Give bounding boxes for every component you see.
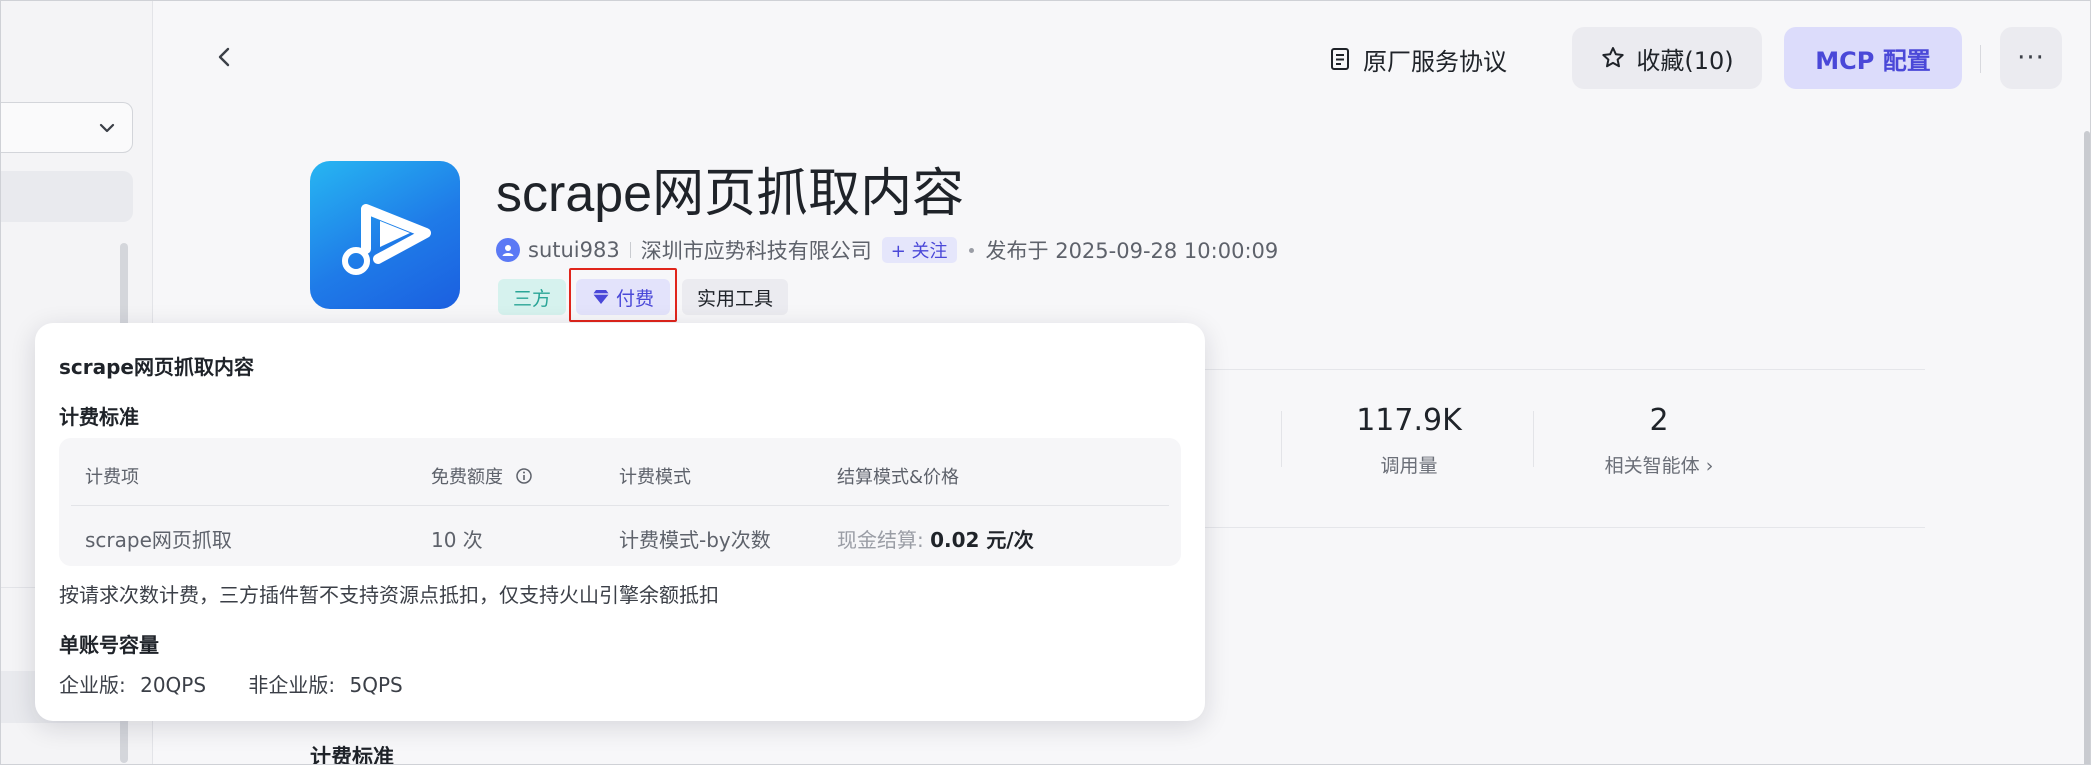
follow-button[interactable]: + 关注 — [881, 237, 957, 263]
pricing-popover: scrape网页抓取内容 计费标准 计费项 免费额度 计费模式 结算模式&价格 … — [35, 323, 1205, 721]
document-icon — [1331, 48, 1349, 70]
author-name[interactable]: sutui983 — [528, 238, 620, 262]
avatar[interactable] — [496, 238, 520, 262]
agreement-button[interactable]: 原厂服务协议 — [1329, 39, 1507, 79]
capacity-heading: 单账号容量 — [59, 633, 159, 657]
stat-divider — [1533, 411, 1534, 467]
plugin-meta: sutui983 深圳市应势科技有限公司 + 关注 发布于 2025-09-28… — [496, 235, 1278, 265]
table-header: 计费模式 — [619, 467, 691, 488]
table-cell-price: 现金结算: 0.02 元/次 — [837, 524, 1034, 553]
stat-agents-link[interactable]: 相关智能体 › — [1559, 451, 1759, 478]
meta-divider — [629, 242, 631, 258]
section-heading: 计费标准 — [310, 745, 394, 765]
table-cell-item: scrape网页抓取 — [85, 528, 232, 552]
favorite-label: 收藏(10) — [1636, 46, 1734, 75]
mcp-config-label: MCP 配置 — [1815, 46, 1931, 75]
tag-third-party: 三方 — [498, 279, 566, 315]
favorite-button[interactable]: 收藏(10) — [1572, 27, 1762, 89]
billing-heading: 计费标准 — [59, 405, 139, 429]
enterprise-label: 企业版: — [59, 673, 126, 697]
stat-calls-label: 调用量 — [1380, 455, 1438, 477]
table-row-divider — [71, 505, 1169, 506]
sidebar-item-active[interactable]: ​ — [1, 171, 133, 222]
table-header: 计费项 — [85, 467, 139, 488]
more-button[interactable]: ··· — [2000, 27, 2062, 89]
plugin-title: scrape网页抓取内容 — [496, 165, 965, 223]
more-icon: ··· — [2017, 43, 2045, 73]
table-header-label: 免费额度 — [431, 467, 503, 488]
non-enterprise-label: 非企业版: — [248, 673, 336, 697]
non-enterprise-value: 5QPS — [349, 673, 403, 697]
user-icon — [502, 245, 514, 256]
chevron-down-icon — [99, 123, 115, 133]
stat-agents-value: 2 — [1649, 403, 1669, 438]
mcp-config-button[interactable]: MCP 配置 — [1784, 27, 1962, 89]
tag-tool: 实用工具 — [682, 279, 788, 315]
enterprise-value: 20QPS — [140, 673, 207, 697]
price-label: 现金结算: — [837, 528, 924, 552]
billing-note: 按请求次数计费，三方插件暂不支持资源点抵扣，仅支持火山引擎余额抵扣 — [59, 583, 719, 607]
highlight-box — [569, 268, 677, 322]
sidebar-select[interactable] — [1, 102, 133, 153]
table-cell-mode: 计费模式-by次数 — [619, 528, 771, 552]
table-header: 免费额度 — [431, 463, 533, 489]
capacity-values: 企业版: 20QPS 非企业版: 5QPS — [59, 669, 411, 698]
plugin-logo — [310, 161, 460, 309]
main-scrollbar[interactable] — [2084, 131, 2090, 764]
price-value: 0.02 元/次 — [930, 528, 1034, 552]
star-icon — [1602, 47, 1625, 68]
play-logo-icon — [342, 204, 431, 275]
table-cell-free-quota: 10 次 — [431, 528, 483, 552]
agreement-label: 原厂服务协议 — [1363, 47, 1507, 76]
pricing-table: 计费项 免费额度 计费模式 结算模式&价格 scrape网页抓取 10 次 计费… — [59, 438, 1181, 566]
publish-date: 发布于 2025-09-28 10:00:09 — [985, 239, 1279, 263]
info-icon[interactable] — [515, 467, 533, 485]
meta-dot — [968, 247, 974, 253]
company-name: 深圳市应势科技有限公司 — [640, 239, 872, 263]
table-header: 结算模式&价格 — [837, 467, 960, 488]
stat-divider — [1281, 411, 1282, 467]
app-window: ​ 原厂服务协议 收藏(10) — [0, 0, 2091, 765]
top-actions: 原厂服务协议 收藏(10) MCP 配置 ··· — [154, 27, 2090, 91]
toolbar-divider — [1980, 45, 1981, 73]
popover-title: scrape网页抓取内容 — [59, 355, 254, 379]
stat-calls-value: 117.9K — [1356, 403, 1462, 438]
